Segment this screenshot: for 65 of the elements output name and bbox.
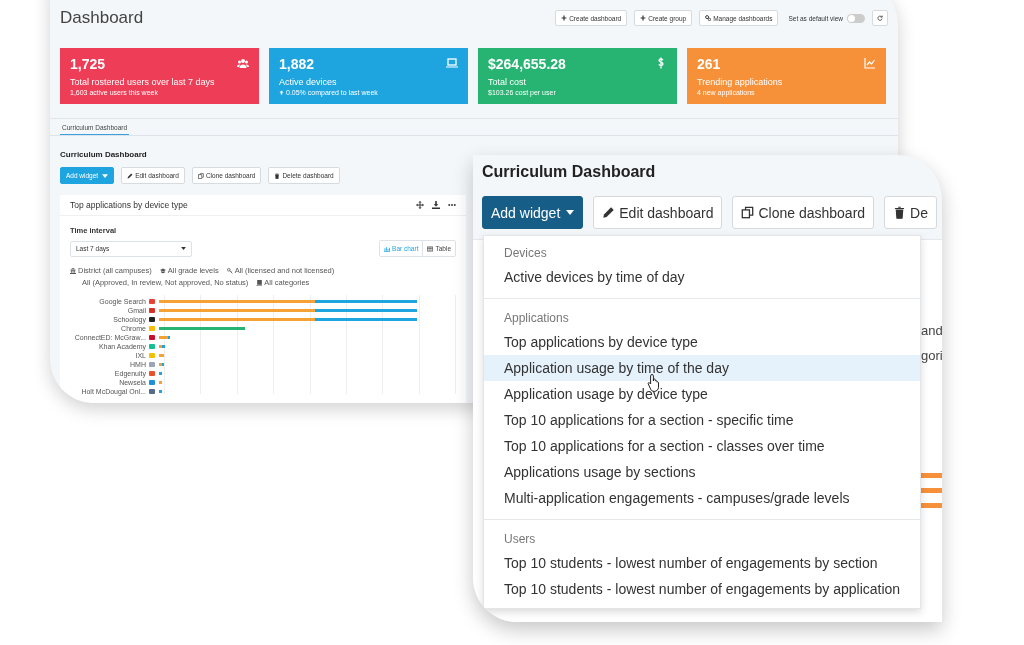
menu-heading: Applications xyxy=(503,310,570,327)
book-icon xyxy=(256,279,263,286)
menu-item[interactable]: Top 10 applications for a section - classes over time xyxy=(484,433,920,459)
menu-item[interactable]: Applications usage by sections xyxy=(484,459,920,485)
trash-icon xyxy=(893,206,907,219)
usage-bar xyxy=(159,390,162,393)
bar-chart-icon xyxy=(384,245,391,252)
section-title: Curriculum Dashboard xyxy=(482,163,657,181)
usage-bar xyxy=(159,381,162,384)
menu-item[interactable]: Active devices by time of day xyxy=(484,264,920,290)
users-icon xyxy=(237,57,249,69)
usage-bar xyxy=(159,354,164,357)
default-view-toggle[interactable] xyxy=(847,13,865,23)
menu-item[interactable]: Multi-application engagements - campuses/grade levels xyxy=(484,485,920,511)
menu-item[interactable]: Application usage by device type xyxy=(484,381,920,407)
clone-icon xyxy=(741,206,755,219)
partial-text: and xyxy=(921,323,942,338)
section-title: Curriculum Dashboard xyxy=(60,150,148,159)
usage-bar xyxy=(159,372,162,375)
more-dots-icon[interactable] xyxy=(448,201,456,209)
widget-title: Top applications by device type xyxy=(70,200,189,210)
delete-dashboard-button[interactable]: De xyxy=(884,196,937,229)
key-icon xyxy=(226,267,233,274)
caret-icon xyxy=(102,172,109,179)
clone-dashboard-button[interactable]: Clone dashboard xyxy=(732,196,875,229)
menu-item[interactable]: Top 10 students - lowest number of engagements by application xyxy=(484,576,920,602)
plus-icon xyxy=(561,15,568,21)
download-icon[interactable] xyxy=(432,201,440,209)
building-icon xyxy=(70,267,76,274)
stat-value: 261 xyxy=(697,56,721,72)
menu-heading: Devices xyxy=(503,245,548,262)
menu-item[interactable]: Top 10 students - lowest number of engagements by section xyxy=(484,550,920,576)
stat-value: 1,882 xyxy=(279,56,315,72)
stat-label: Trending applications xyxy=(697,77,784,87)
table-icon xyxy=(427,245,434,252)
stat-value: 1,725 xyxy=(70,56,106,72)
menu-item[interactable]: Top 10 applications for a section - specific time xyxy=(484,407,920,433)
laptop-icon xyxy=(446,57,458,69)
plus-icon xyxy=(640,15,647,21)
usage-bar xyxy=(159,363,164,366)
stat-label: Active devices xyxy=(279,77,338,87)
trend-chart-icon xyxy=(864,57,876,69)
menu-item[interactable]: Top applications by device type xyxy=(484,329,920,355)
usage-bar xyxy=(159,336,170,339)
stat-label: Total cost xyxy=(488,77,528,87)
edit-dashboard-button[interactable]: Edit dashboard xyxy=(593,196,723,229)
add-widget-button[interactable]: Add widget xyxy=(482,196,584,229)
refresh-icon xyxy=(877,15,883,21)
pencil-icon xyxy=(127,172,134,179)
partial-text: gori xyxy=(921,348,942,363)
page-title: Dashboard xyxy=(60,8,145,28)
stat-label: Total rostered users over last 7 days xyxy=(70,77,216,87)
graduation-cap-icon xyxy=(159,267,166,274)
clone-icon xyxy=(197,172,204,179)
menu-item[interactable]: Application usage by time of the day xyxy=(484,355,920,381)
stat-value: $264,655.28 xyxy=(488,56,566,72)
refresh-button[interactable] xyxy=(872,10,888,26)
pencil-icon xyxy=(602,206,616,219)
menu-heading: Users xyxy=(503,531,537,548)
caret-icon xyxy=(181,247,186,250)
caret-icon xyxy=(566,210,575,215)
move-arrows-icon[interactable] xyxy=(416,201,424,209)
gears-icon xyxy=(705,15,712,21)
usage-bar xyxy=(159,345,165,348)
trash-icon xyxy=(274,172,281,179)
